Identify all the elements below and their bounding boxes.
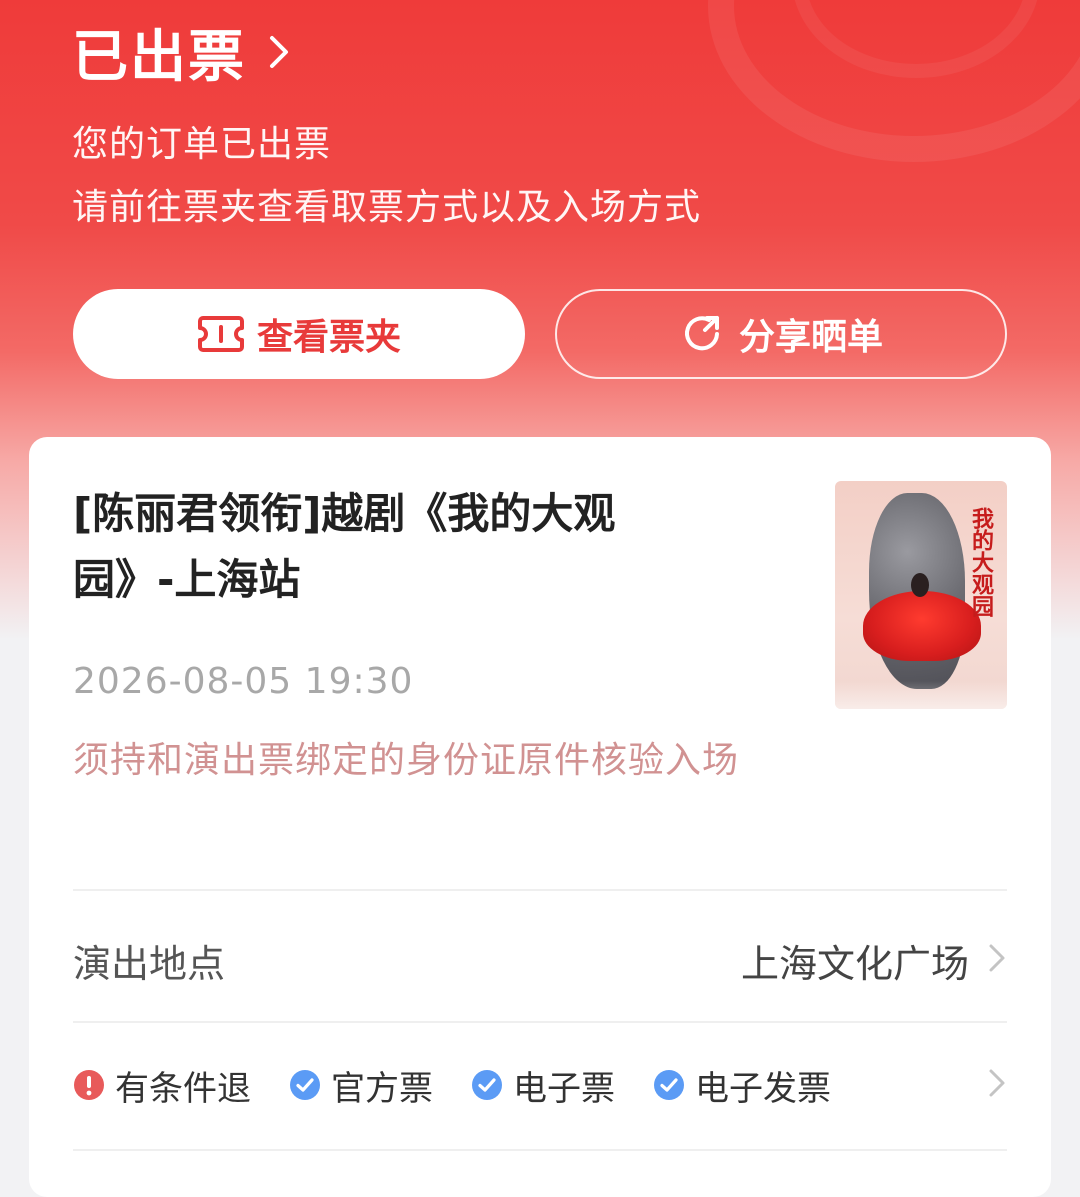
tag-official-ticket: 官方票 (289, 1061, 433, 1110)
divider (73, 1021, 1007, 1023)
divider (73, 889, 1007, 891)
check-icon (472, 1070, 502, 1100)
tag-label: 电子票 (513, 1068, 615, 1109)
venue-value[interactable]: 上海文化广场 (741, 933, 969, 988)
view-tickets-button[interactable]: 查看票夹 (73, 289, 525, 379)
exclamation-icon (74, 1070, 104, 1100)
order-status-link[interactable]: 已出票 (72, 12, 294, 92)
check-icon (290, 1070, 320, 1100)
tag-conditional-refund: 有条件退 (73, 1061, 251, 1110)
tag-label: 电子发票 (695, 1068, 831, 1109)
view-tickets-label: 查看票夹 (256, 317, 401, 358)
poster-footer (835, 681, 1007, 709)
tag-label: 有条件退 (115, 1068, 251, 1109)
show-datetime: 2026-08-05 19:30 (73, 661, 414, 702)
status-message: 您的订单已出票 (72, 124, 332, 165)
venue-label: 演出地点 (73, 942, 226, 986)
show-title[interactable]: [陈丽君领衔]越剧《我的大观园》-上海站 (73, 481, 713, 613)
share-label: 分享晒单 (738, 317, 883, 358)
show-poster[interactable]: 我的大观园 (835, 481, 1007, 709)
id-verification-note: 须持和演出票绑定的身份证原件核验入场 (73, 740, 740, 781)
ticket-policy-tags[interactable]: 有条件退 官方票 电子票 电子发票 (73, 1061, 869, 1110)
share-icon (685, 316, 719, 351)
check-icon (654, 1070, 684, 1100)
tag-e-ticket: 电子票 (471, 1061, 615, 1110)
order-status-title: 已出票 (72, 24, 246, 90)
poster-figure-head (911, 573, 929, 597)
status-instruction: 请前往票夹查看取票方式以及入场方式 (72, 187, 702, 228)
poster-calligraphy: 我的大观园 (968, 507, 994, 617)
chevron-right-icon[interactable] (987, 1067, 1007, 1099)
chevron-right-icon (270, 36, 288, 68)
tag-e-invoice: 电子发票 (653, 1061, 831, 1110)
poster-figure (863, 591, 981, 661)
divider (73, 1149, 1007, 1151)
tag-label: 官方票 (331, 1068, 433, 1109)
chevron-right-icon[interactable] (987, 942, 1007, 974)
share-button[interactable]: 分享晒单 (555, 289, 1007, 379)
show-info-card: [陈丽君领衔]越剧《我的大观园》-上海站 我的大观园 2026-08-05 19… (29, 437, 1051, 1197)
ticket-icon (197, 316, 244, 352)
